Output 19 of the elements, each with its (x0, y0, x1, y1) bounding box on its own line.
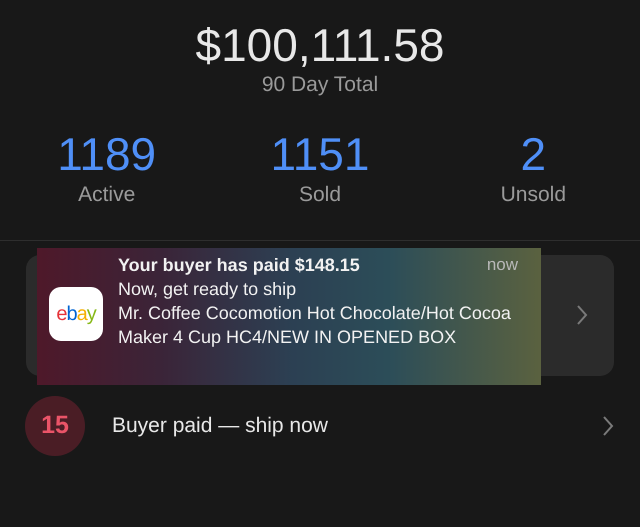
count-badge: 15 (25, 396, 85, 456)
notification-time: now (486, 254, 518, 276)
total-caption: 90 Day Total (262, 72, 378, 98)
app-logo: ebay (49, 287, 103, 341)
stat-value: 2 (520, 128, 546, 180)
chevron-icon (576, 304, 588, 326)
stat-label: Active (78, 182, 136, 208)
stat-label: Unsold (500, 182, 566, 208)
stat-label: Sold (298, 182, 341, 208)
total-amount: $100,111.58 (196, 18, 444, 72)
notification-title: Your buyer has paid $148.15 (118, 254, 360, 277)
chevron-icon (602, 415, 614, 437)
task-row[interactable]: 15 Buyer paid — ship now (0, 391, 640, 461)
notification-subtitle: Now, get ready to ship (118, 278, 298, 301)
notification-body: Mr. Coffee Cocomotion Hot Chocolate/Hot Cocoa Maker 4 Cup HC4/NEW IN OPENED BOX (118, 302, 512, 349)
task-label: Buyer paid — ship now (112, 413, 329, 440)
notification-banner[interactable]: ebay Your buyer has paid $148.15 now Now, get ready to ship Mr. Coffee Cocomotion Hot Chocolate/Hot Cocoa Maker 4 Cup HC4/NEW IN OPENED BOX (37, 248, 541, 385)
stat-value: 1189 (57, 128, 156, 180)
stat-value: 1151 (270, 128, 370, 180)
